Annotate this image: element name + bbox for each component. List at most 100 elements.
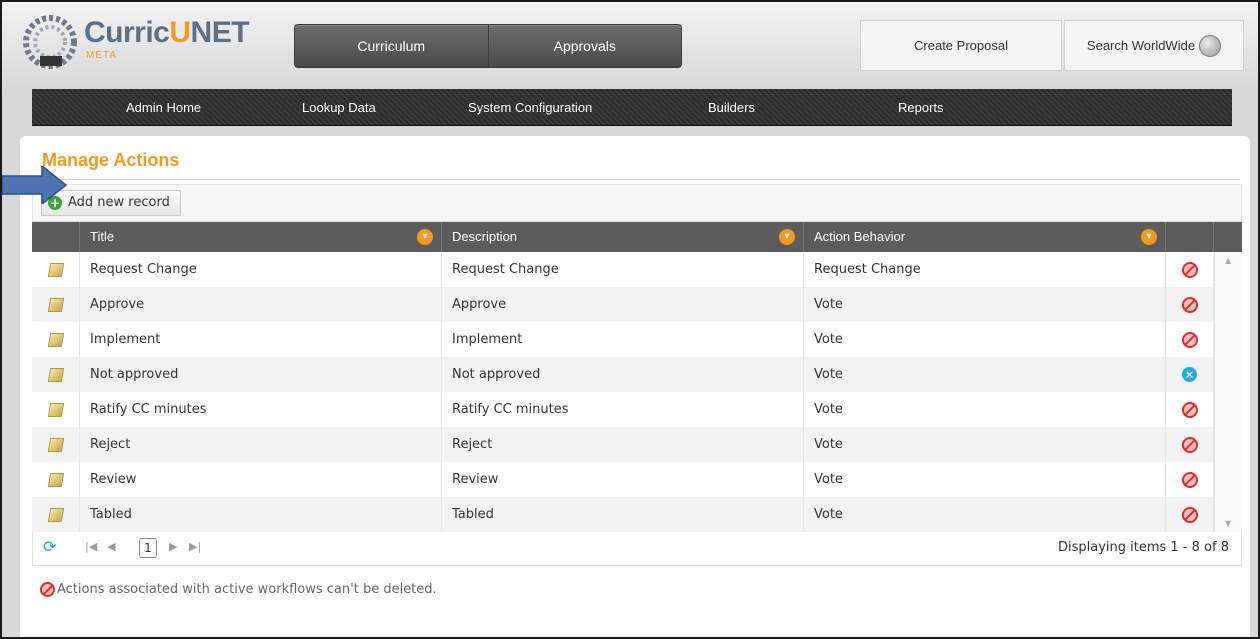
- edit-cell[interactable]: [32, 252, 80, 287]
- admin-nav-admin-home[interactable]: Admin Home: [126, 89, 201, 126]
- header-delete-column: [1166, 222, 1214, 252]
- grid-scrollbar[interactable]: ▲ ▼: [1214, 252, 1242, 532]
- current-page[interactable]: 1: [139, 538, 157, 558]
- delete-blocked-icon: [1181, 506, 1198, 523]
- header-title-label: Title: [90, 229, 115, 244]
- pencil-icon[interactable]: [47, 367, 64, 382]
- title-divider: [42, 179, 1240, 180]
- cell-title: Review: [80, 462, 442, 497]
- admin-nav: Admin Home Lookup Data System Configurat…: [32, 89, 1232, 126]
- pencil-icon[interactable]: [47, 472, 64, 487]
- admin-nav-builders[interactable]: Builders: [708, 89, 755, 126]
- manage-actions-panel: Manage Actions + Add new record Title ▾ …: [20, 136, 1250, 637]
- globe-icon: [1199, 34, 1222, 57]
- last-page-icon[interactable]: ▶|: [189, 540, 201, 553]
- tab-approvals[interactable]: Approvals: [487, 25, 682, 67]
- prev-page-icon[interactable]: ◀: [107, 540, 115, 553]
- cell-description: Approve: [442, 287, 804, 322]
- next-page-icon[interactable]: ▶: [169, 540, 177, 553]
- header-title[interactable]: Title ▾: [80, 222, 442, 252]
- app-window: CurricUNET META Curriculum Approvals Cre…: [0, 0, 1260, 639]
- edit-cell[interactable]: [32, 392, 80, 427]
- pencil-icon[interactable]: [47, 437, 64, 452]
- scroll-up-icon[interactable]: ▲: [1225, 256, 1231, 265]
- delete-cell: ×: [1166, 357, 1214, 392]
- create-proposal-button[interactable]: Create Proposal: [860, 20, 1062, 71]
- delete-blocked-icon: [40, 582, 55, 597]
- admin-nav-lookup-data[interactable]: Lookup Data: [302, 89, 376, 126]
- first-page-icon[interactable]: |◀: [85, 540, 97, 553]
- edit-cell[interactable]: [32, 322, 80, 357]
- delete-blocked-icon: [1181, 401, 1198, 418]
- pencil-icon[interactable]: [47, 402, 64, 417]
- edit-cell[interactable]: [32, 497, 80, 532]
- pencil-icon[interactable]: [47, 262, 64, 277]
- edit-cell[interactable]: [32, 357, 80, 392]
- logo-part-curric: Curric: [84, 16, 170, 49]
- edit-cell[interactable]: [32, 462, 80, 497]
- search-worldwide-button[interactable]: Search WorldWide: [1064, 20, 1244, 71]
- filter-icon[interactable]: ▾: [779, 229, 795, 245]
- cell-title: Implement: [80, 322, 442, 357]
- footnote-text: Actions associated with active workflows…: [57, 582, 437, 597]
- pager-info: Displaying items 1 - 8 of 8: [1058, 540, 1229, 555]
- tab-curriculum[interactable]: Curriculum: [295, 25, 488, 67]
- delete-cell: [1166, 287, 1214, 322]
- delete-blocked-icon: [1181, 331, 1198, 348]
- cell-behavior: Request Change: [804, 252, 1166, 287]
- delete-cell: [1166, 392, 1214, 427]
- cell-title: Request Change: [80, 252, 442, 287]
- cell-behavior: Vote: [804, 357, 1166, 392]
- cell-description: Tabled: [442, 497, 804, 532]
- cell-behavior: Vote: [804, 427, 1166, 462]
- delete-footnote: Actions associated with active workflows…: [40, 582, 437, 597]
- logo-wordmark: CurricUNET: [84, 16, 250, 50]
- pointer-arrow-icon: [2, 166, 68, 204]
- cell-description: Not approved: [442, 357, 804, 392]
- admin-nav-reports[interactable]: Reports: [898, 89, 944, 126]
- cell-title: Reject: [80, 427, 442, 462]
- cell-description: Review: [442, 462, 804, 497]
- grid-pager: ⟳ |◀ ◀ 1 ▶ ▶| Displaying items 1 - 8 of …: [32, 532, 1242, 566]
- filter-icon[interactable]: ▾: [1141, 229, 1157, 245]
- cell-behavior: Vote: [804, 392, 1166, 427]
- cell-title: Approve: [80, 287, 442, 322]
- cell-behavior: Vote: [804, 497, 1166, 532]
- pencil-icon[interactable]: [47, 297, 64, 312]
- refresh-icon[interactable]: ⟳: [43, 538, 61, 556]
- edit-cell[interactable]: [32, 427, 80, 462]
- edit-cell[interactable]: [32, 287, 80, 322]
- logo-subtitle: META: [86, 50, 118, 61]
- logo-part-u: U: [169, 16, 191, 49]
- curricunet-logo[interactable]: CurricUNET META: [20, 10, 270, 76]
- logo-part-net: NET: [190, 16, 250, 49]
- table-row: Request Change Request Change Request Ch…: [32, 252, 1242, 287]
- cell-title: Not approved: [80, 357, 442, 392]
- cell-description: Implement: [442, 322, 804, 357]
- table-row: Reject Reject Vote: [32, 427, 1242, 462]
- table-row: Not approved Not approved Vote ×: [32, 357, 1242, 392]
- grid-toolbar: + Add new record: [32, 184, 1242, 222]
- table-row: Implement Implement Vote: [32, 322, 1242, 357]
- cell-behavior: Vote: [804, 287, 1166, 322]
- delete-cell: [1166, 462, 1214, 497]
- pencil-icon[interactable]: [47, 507, 64, 522]
- admin-nav-system-configuration[interactable]: System Configuration: [468, 89, 592, 126]
- delete-cell: [1166, 322, 1214, 357]
- delete-blocked-icon: [1181, 471, 1198, 488]
- grid-header: Title ▾ Description ▾ Action Behavior ▾: [32, 222, 1242, 252]
- cell-description: Reject: [442, 427, 804, 462]
- header-action-behavior[interactable]: Action Behavior ▾: [804, 222, 1166, 252]
- main-nav: Curriculum Approvals: [294, 24, 682, 68]
- header-edit-column: [32, 222, 80, 252]
- cell-title: Tabled: [80, 497, 442, 532]
- cell-description: Request Change: [442, 252, 804, 287]
- pencil-icon[interactable]: [47, 332, 64, 347]
- header-description[interactable]: Description ▾: [442, 222, 804, 252]
- filter-icon[interactable]: ▾: [417, 229, 433, 245]
- scroll-down-icon[interactable]: ▼: [1225, 519, 1231, 528]
- delete-cell: [1166, 252, 1214, 287]
- cell-behavior: Vote: [804, 462, 1166, 497]
- table-row: Tabled Tabled Vote: [32, 497, 1242, 532]
- delete-icon[interactable]: ×: [1182, 367, 1197, 382]
